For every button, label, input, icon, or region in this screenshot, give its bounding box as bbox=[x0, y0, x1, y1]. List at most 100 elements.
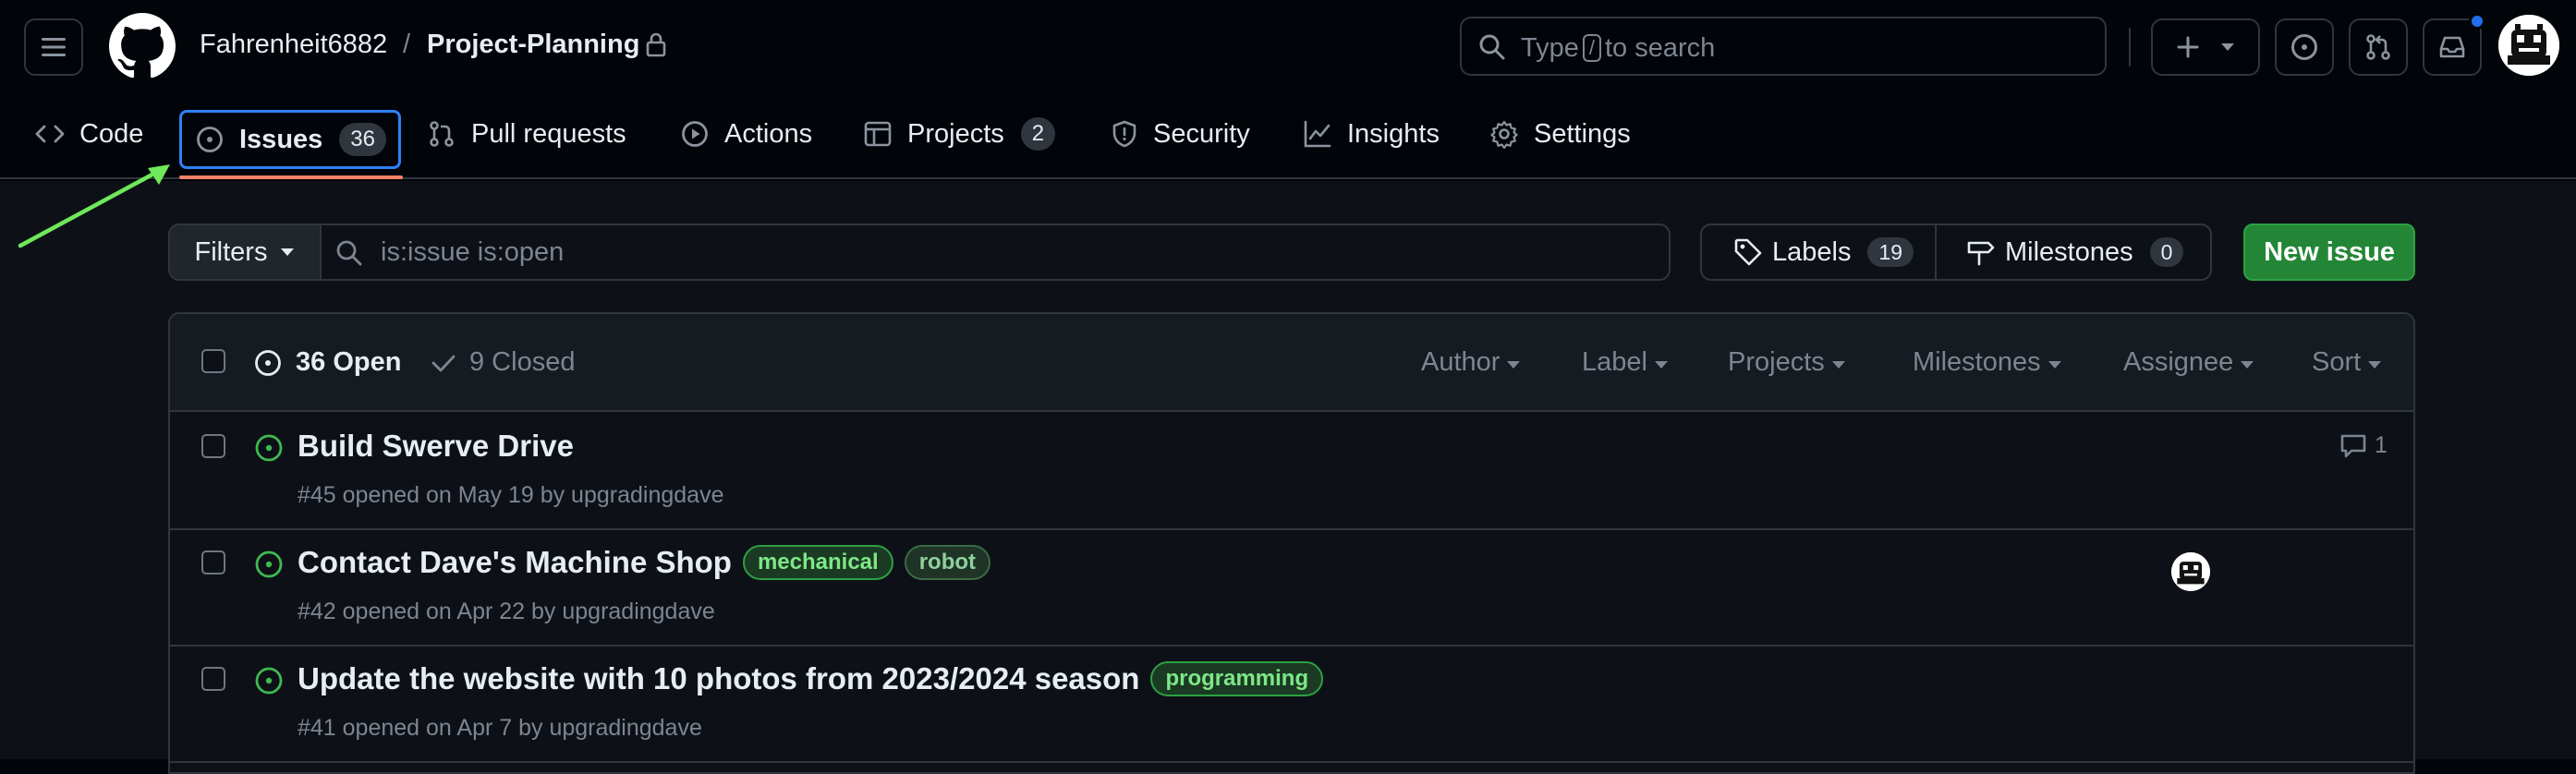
search-icon bbox=[336, 240, 362, 266]
tab-actions[interactable]: Actions bbox=[680, 105, 812, 163]
annotation-arrow-icon bbox=[18, 164, 170, 248]
issue-label-badge[interactable]: mechanical bbox=[742, 545, 893, 580]
issue-opened-icon bbox=[255, 667, 283, 695]
issue-title-line: Update the website with 10 photos from 2… bbox=[298, 661, 1324, 696]
issue-title-link[interactable]: Build Swerve Drive bbox=[298, 429, 574, 464]
issues-list: 36 Open 9 Closed Author Label Projects M… bbox=[168, 312, 2415, 774]
repo-nav-tabs: Code Issues 36 Pull requests Actions Pro… bbox=[0, 102, 2576, 179]
search-placeholder: Type / to search bbox=[1521, 33, 1715, 64]
tab-projects-count: 2 bbox=[1020, 117, 1056, 151]
selected-tab-underline bbox=[179, 175, 403, 179]
assignee-filter-dropdown[interactable]: Assignee bbox=[2123, 347, 2254, 378]
assignee-avatar[interactable] bbox=[2171, 552, 2210, 591]
issue-checkbox[interactable] bbox=[201, 667, 225, 691]
issue-title-link[interactable]: Update the website with 10 photos from 2… bbox=[298, 661, 1139, 696]
triangle-down-icon bbox=[2221, 43, 2234, 51]
issue-meta: #42 opened on Apr 22 by upgradingdave bbox=[298, 599, 715, 624]
github-logo-icon[interactable] bbox=[109, 13, 176, 79]
tab-code-label: Code bbox=[79, 118, 144, 149]
issue-opened-icon bbox=[197, 127, 223, 152]
unread-notification-dot bbox=[2469, 13, 2485, 30]
new-issue-button[interactable]: New issue bbox=[2243, 224, 2415, 281]
milestones-filter-label: Milestones bbox=[1913, 347, 2041, 377]
search-shortcut-key: / bbox=[1582, 34, 1601, 62]
issue-title-line: Build Swerve Drive bbox=[298, 429, 574, 464]
issue-title-link[interactable]: Contact Dave's Machine Shop bbox=[298, 545, 732, 580]
search-placeholder-prefix: Type bbox=[1521, 33, 1579, 63]
menu-button[interactable] bbox=[24, 18, 83, 76]
user-avatar[interactable] bbox=[2498, 15, 2559, 76]
labels-milestones-group: Labels 19 Milestones 0 bbox=[1700, 224, 2212, 281]
shield-icon bbox=[1112, 120, 1136, 148]
sort-dropdown[interactable]: Sort bbox=[2312, 347, 2382, 378]
issue-comments-link[interactable]: 1 bbox=[2339, 432, 2388, 459]
tab-issues[interactable]: Issues 36 bbox=[179, 110, 401, 169]
inbox-icon bbox=[2439, 36, 2465, 58]
tag-icon bbox=[1734, 238, 1762, 266]
tab-issues-label: Issues bbox=[239, 124, 323, 154]
your-issues-button[interactable] bbox=[2275, 18, 2334, 76]
repo-name-link[interactable]: Project-Planning bbox=[427, 30, 639, 60]
search-placeholder-suffix: to search bbox=[1605, 33, 1716, 63]
tab-security-label: Security bbox=[1153, 118, 1250, 149]
top-bar: Fahrenheit6882 / Project-Planning Type / t… bbox=[0, 0, 2576, 92]
filters-dropdown-button[interactable]: Filters bbox=[170, 225, 322, 279]
milestones-count: 0 bbox=[2149, 237, 2184, 267]
caret-down-icon bbox=[1507, 360, 1521, 369]
gear-icon bbox=[1490, 120, 1518, 149]
projects-filter-dropdown[interactable]: Projects bbox=[1728, 347, 1845, 378]
avatar-image-icon bbox=[2498, 15, 2559, 76]
issue-title-line: Contact Dave's Machine Shop mechanical r… bbox=[298, 545, 990, 580]
label-filter-dropdown[interactable]: Label bbox=[1582, 347, 1668, 378]
tab-settings-label: Settings bbox=[1534, 118, 1631, 149]
global-search-input[interactable]: Type / to search bbox=[1460, 17, 2107, 76]
assignee-filter-label: Assignee bbox=[2123, 347, 2234, 377]
closed-issues-toggle[interactable]: 9 Closed bbox=[431, 347, 575, 378]
tab-pull-requests[interactable]: Pull requests bbox=[427, 105, 626, 163]
author-filter-dropdown[interactable]: Author bbox=[1421, 347, 1521, 378]
filters-label: Filters bbox=[194, 236, 268, 267]
milestone-icon bbox=[1967, 241, 1995, 266]
tab-code[interactable]: Code bbox=[35, 105, 143, 163]
create-new-button[interactable] bbox=[2151, 18, 2260, 76]
open-issues-toggle[interactable]: 36 Open bbox=[253, 347, 401, 378]
issue-meta: #41 opened on Apr 7 by upgradingdave bbox=[298, 715, 702, 741]
milestones-label: Milestones bbox=[2005, 236, 2133, 267]
issue-row: Contact Dave's Machine Shop mechanical r… bbox=[170, 530, 2413, 647]
milestones-button[interactable]: Milestones 0 bbox=[1937, 225, 2210, 279]
graph-icon bbox=[1304, 120, 1331, 148]
issue-label-badge[interactable]: programming bbox=[1150, 661, 1324, 696]
caret-down-icon bbox=[2368, 360, 2382, 369]
tab-settings[interactable]: Settings bbox=[1489, 105, 1631, 163]
plus-icon bbox=[2177, 36, 2199, 58]
tab-insights[interactable]: Insights bbox=[1303, 105, 1440, 163]
your-pull-requests-button[interactable] bbox=[2349, 18, 2408, 76]
table-icon bbox=[864, 121, 892, 147]
issue-label-badge[interactable]: robot bbox=[904, 545, 990, 580]
select-all-checkbox[interactable] bbox=[201, 349, 225, 373]
labels-button[interactable]: Labels 19 bbox=[1702, 225, 1937, 279]
author-filter-label: Author bbox=[1421, 347, 1501, 377]
issue-checkbox[interactable] bbox=[201, 434, 225, 458]
comment-icon bbox=[2340, 434, 2366, 457]
repo-owner-link[interactable]: Fahrenheit6882 bbox=[200, 30, 387, 60]
label-filter-label: Label bbox=[1582, 347, 1647, 377]
sort-label: Sort bbox=[2312, 347, 2362, 377]
issue-checkbox[interactable] bbox=[201, 550, 225, 574]
issue-search-input[interactable]: is:issue is:open bbox=[381, 237, 564, 268]
git-pull-request-icon bbox=[430, 121, 454, 147]
open-issues-label: 36 Open bbox=[296, 347, 402, 377]
issue-row: Update the website with 10 photos from 2… bbox=[170, 647, 2413, 763]
issue-filter-bar: Filters is:issue is:open bbox=[168, 224, 1671, 281]
tab-pull-requests-label: Pull requests bbox=[471, 118, 626, 149]
tab-projects[interactable]: Projects 2 bbox=[863, 105, 1056, 163]
labels-label: Labels bbox=[1772, 236, 1852, 267]
check-icon bbox=[431, 355, 456, 371]
play-icon bbox=[682, 121, 708, 147]
code-icon bbox=[35, 125, 65, 143]
tab-security[interactable]: Security bbox=[1111, 105, 1250, 163]
triangle-down-icon bbox=[281, 248, 295, 256]
milestones-filter-dropdown[interactable]: Milestones bbox=[1913, 347, 2061, 378]
breadcrumb-separator: / bbox=[403, 30, 411, 59]
issue-opened-icon bbox=[255, 434, 283, 462]
